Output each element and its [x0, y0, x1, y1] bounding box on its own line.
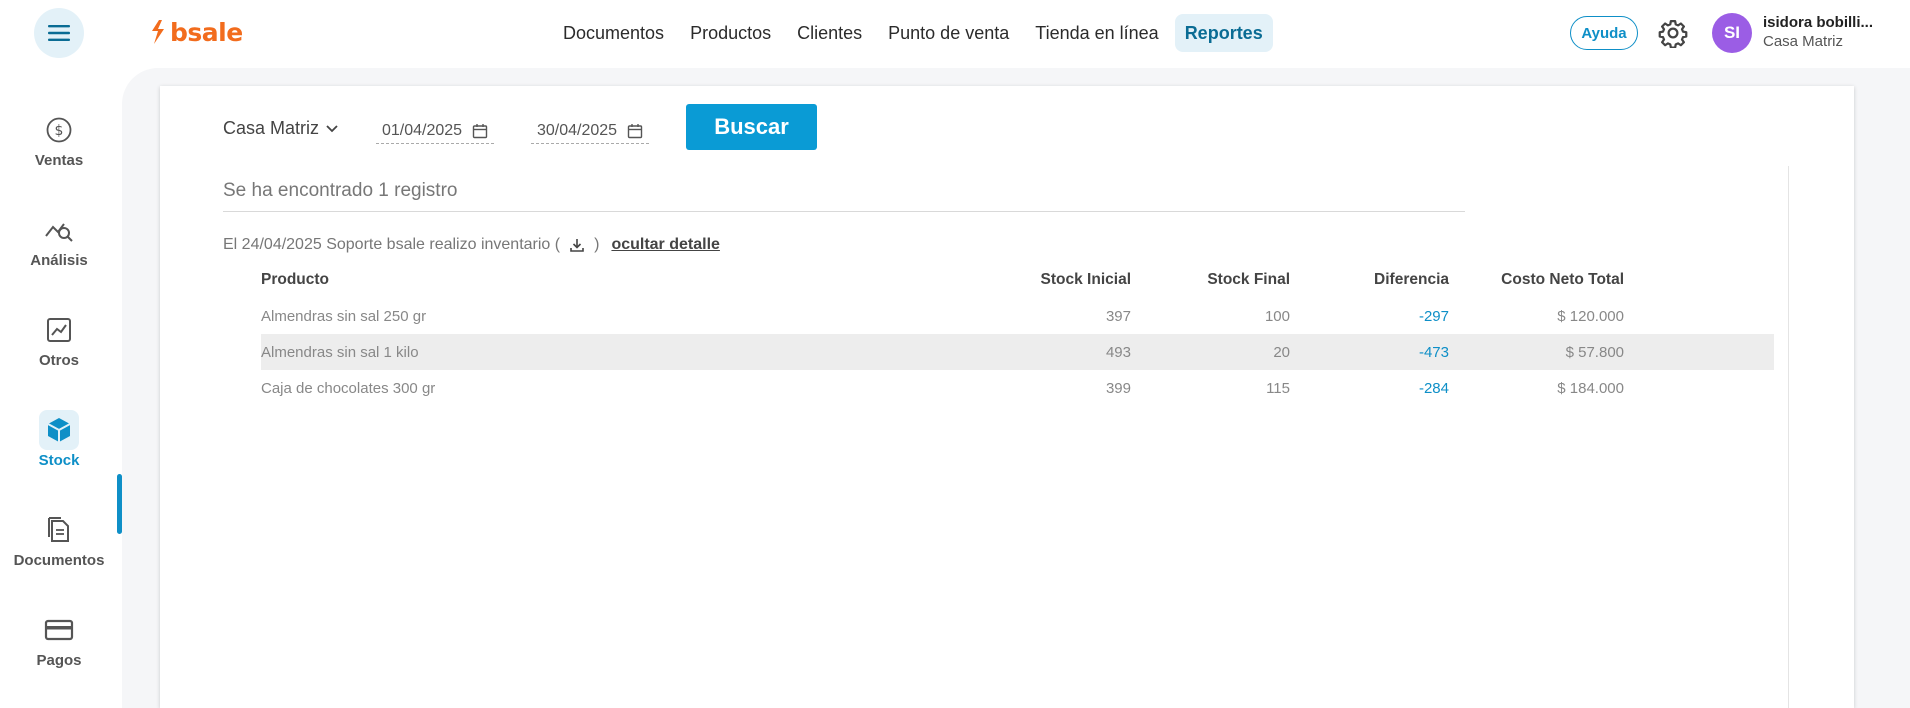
user-branch: Casa Matriz	[1763, 33, 1844, 50]
sidebar-item-label: Pagos	[36, 652, 82, 669]
avatar[interactable]: SI	[1712, 13, 1752, 53]
cell-stock-inicial: 493	[1105, 343, 1131, 361]
cell-stock-inicial: 397	[1105, 307, 1131, 325]
sidebar-item-otros[interactable]: Otros	[0, 310, 118, 390]
box-icon	[39, 410, 79, 450]
top-bar: bsale Documentos Productos Clientes Punt…	[0, 0, 1910, 66]
inventory-table: Producto Stock Inicial Stock Final Difer…	[261, 262, 1774, 406]
vertical-divider	[1788, 166, 1789, 708]
cell-stock-final: 115	[1266, 379, 1290, 397]
help-button[interactable]: Ayuda	[1570, 16, 1638, 50]
sidebar-item-label: Stock	[38, 452, 80, 469]
date-from-input[interactable]: 01/04/2025	[376, 118, 495, 144]
divider	[223, 211, 1465, 212]
analytics-icon	[39, 210, 79, 250]
search-button[interactable]: Buscar	[686, 104, 817, 150]
cell-diferencia: -297	[1418, 307, 1449, 325]
sidebar-item-stock[interactable]: Stock	[0, 410, 118, 490]
document-icon	[39, 510, 79, 550]
cell-stock-inicial: 399	[1105, 379, 1131, 397]
sidebar-item-label: Ventas	[34, 152, 84, 169]
table-header-row: Producto Stock Inicial Stock Final Difer…	[261, 262, 1774, 298]
hamburger-menu-button[interactable]	[34, 8, 84, 58]
cell-costo: $ 57.800	[1565, 343, 1624, 361]
sidebar-item-label: Otros	[38, 352, 79, 369]
nav-clientes[interactable]: Clientes	[787, 14, 872, 52]
nav-documentos[interactable]: Documentos	[553, 14, 674, 52]
nav-tienda-en-linea[interactable]: Tienda en línea	[1025, 14, 1168, 52]
table-row: Almendras sin sal 1 kilo 493 20 -473 $ 5…	[261, 334, 1774, 370]
cell-producto: Almendras sin sal 250 gr	[261, 307, 427, 325]
top-navigation: Documentos Productos Clientes Punto de v…	[553, 14, 1273, 52]
inventory-line: El 24/04/2025 Soporte bsale realizo inve…	[223, 235, 720, 255]
branch-select[interactable]: Casa Matriz	[223, 118, 339, 139]
cell-producto: Almendras sin sal 1 kilo	[261, 343, 419, 361]
nav-productos[interactable]: Productos	[680, 14, 781, 52]
sidebar: $ Ventas Análisis Otros Stock Documentos…	[0, 66, 122, 708]
gear-icon[interactable]	[1658, 18, 1688, 48]
user-menu[interactable]: isidora bobilli... Casa Matriz	[1763, 14, 1903, 50]
user-name: isidora bobilli...	[1763, 14, 1874, 31]
hide-detail-link[interactable]: ocultar detalle	[611, 236, 719, 254]
table-row: Caja de chocolates 300 gr 399 115 -284 $…	[261, 370, 1774, 406]
col-costo-neto-total: Costo Neto Total	[1501, 271, 1624, 288]
sidebar-item-pagos[interactable]: Pagos	[0, 610, 118, 690]
sidebar-item-label: Análisis	[30, 252, 88, 269]
bsale-logo[interactable]: bsale	[150, 17, 243, 47]
date-to-value: 30/04/2025	[537, 121, 618, 139]
chart-square-icon	[39, 310, 79, 350]
sidebar-item-analisis[interactable]: Análisis	[0, 210, 118, 290]
col-diferencia: Diferencia	[1374, 271, 1449, 288]
credit-card-icon	[39, 610, 79, 650]
table-row: Almendras sin sal 250 gr 397 100 -297 $ …	[261, 298, 1774, 334]
nav-reportes[interactable]: Reportes	[1174, 14, 1273, 52]
sidebar-item-documentos[interactable]: Documentos	[0, 510, 118, 590]
sidebar-item-ventas[interactable]: $ Ventas	[0, 110, 118, 190]
cell-diferencia: -473	[1418, 343, 1449, 361]
cell-costo: $ 184.000	[1557, 379, 1624, 397]
results-summary: Se ha encontrado 1 registro	[223, 180, 458, 201]
cell-stock-final: 20	[1273, 343, 1290, 361]
svg-text:$: $	[55, 123, 64, 139]
download-icon[interactable]	[566, 235, 588, 255]
bsale-logo-icon	[152, 20, 164, 44]
logo-text: bsale	[170, 17, 243, 47]
menu-icon	[48, 25, 70, 41]
sidebar-item-label: Documentos	[13, 552, 105, 569]
chevron-down-icon	[326, 124, 338, 132]
cell-diferencia: -284	[1418, 379, 1449, 397]
dollar-circle-icon: $	[39, 110, 79, 150]
col-producto: Producto	[261, 271, 330, 288]
calendar-icon	[627, 123, 643, 138]
calendar-icon	[472, 123, 488, 138]
inventory-text: El 24/04/2025 Soporte bsale realizo inve…	[223, 236, 561, 253]
date-to-input[interactable]: 30/04/2025	[531, 118, 650, 144]
col-stock-final: Stock Final	[1207, 271, 1290, 288]
inventory-close: )	[594, 236, 600, 253]
cell-producto: Caja de chocolates 300 gr	[261, 379, 436, 397]
nav-punto-de-venta[interactable]: Punto de venta	[878, 14, 1019, 52]
cell-stock-final: 100	[1264, 307, 1290, 325]
cell-costo: $ 120.000	[1557, 307, 1624, 325]
col-stock-inicial: Stock Inicial	[1040, 271, 1131, 288]
branch-value: Casa Matriz	[223, 118, 320, 138]
date-from-value: 01/04/2025	[382, 121, 463, 139]
